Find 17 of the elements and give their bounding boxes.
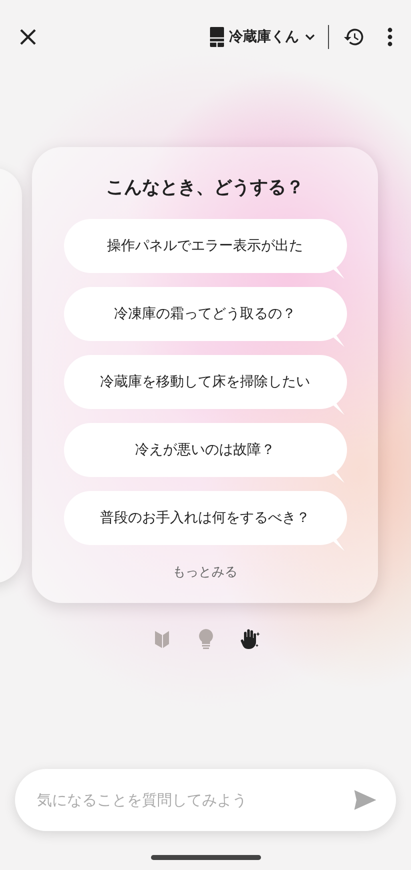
history-icon xyxy=(343,26,365,48)
chevron-down-icon xyxy=(304,33,316,41)
question-bubble[interactable]: 冷凍庫の霜ってどう取るの？ xyxy=(64,287,346,347)
close-icon xyxy=(18,27,38,47)
question-bubble[interactable]: 普段のお手入れは何をするべき？ xyxy=(64,491,346,551)
see-more-link[interactable]: もっとみる xyxy=(172,563,238,581)
question-bubble[interactable]: 冷蔵庫を移動して床を掃除したい xyxy=(64,355,346,415)
more-options-button[interactable] xyxy=(385,25,395,49)
question-input-field[interactable]: 気になることを質問してみよう xyxy=(35,790,354,810)
question-bubble[interactable]: 操作パネルでエラー表示が出た xyxy=(64,219,346,279)
more-vertical-icon xyxy=(387,27,393,47)
device-selector[interactable]: 冷蔵庫くん xyxy=(208,25,318,49)
hand-sparkle-icon[interactable] xyxy=(238,627,262,651)
question-bubble[interactable]: 冷えが悪いのは故障？ xyxy=(64,423,346,483)
card-title: こんなとき、どうする？ xyxy=(106,176,304,199)
refrigerator-icon xyxy=(210,27,224,47)
question-input-bar[interactable]: 気になることを質問してみよう xyxy=(15,769,396,831)
